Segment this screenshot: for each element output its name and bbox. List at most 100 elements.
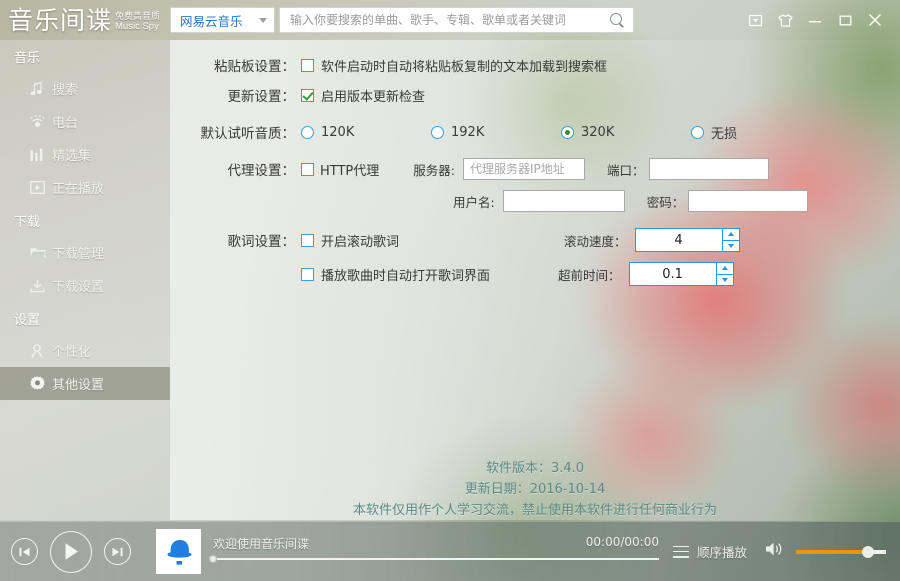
clipboard-checkbox-label[interactable]: 软件启动时自动将粘贴板复制的文本加载到搜索框: [321, 56, 607, 75]
search-input[interactable]: [290, 13, 609, 27]
quality-radio-192k-label[interactable]: 192K: [451, 125, 561, 140]
progress-slider[interactable]: [213, 558, 659, 560]
lyrics-scroll-checkbox[interactable]: [301, 234, 314, 247]
triangle-down-icon: [722, 278, 728, 282]
previous-track-button[interactable]: [11, 538, 38, 565]
radio-icon: [30, 115, 52, 129]
sidebar-item-label: 个性化: [52, 341, 91, 360]
triangle-up-icon: [722, 266, 728, 270]
proxy-credentials-row: 用户名: 密码：: [170, 190, 808, 212]
app-logo: 音乐间谍 免费高音质 Music Spy: [0, 8, 170, 33]
gear-icon: [30, 376, 52, 391]
lyrics-autoopen-checkbox-label[interactable]: 播放歌曲时自动打开歌词界面: [321, 265, 490, 284]
proxy-password-input[interactable]: [688, 190, 808, 212]
sidebar-item-label: 精选集: [52, 145, 91, 164]
sidebar-item-personalization[interactable]: 个性化: [0, 334, 170, 367]
quality-radio-120k-label[interactable]: 120K: [321, 125, 431, 140]
sidebar-item-other-settings[interactable]: 其他设置: [0, 367, 170, 400]
lyrics-lead-increment-button[interactable]: [716, 262, 734, 274]
sidebar-item-now-playing[interactable]: 正在播放: [0, 171, 170, 204]
music-source-dropdown[interactable]: 网易云音乐: [170, 7, 275, 33]
proxy-server-input[interactable]: [463, 158, 585, 180]
sidebar-item-label: 搜索: [52, 79, 78, 98]
lyrics-lead-stepper[interactable]: [629, 262, 734, 286]
sidebar-item-search[interactable]: 搜索: [0, 72, 170, 105]
volume-icon[interactable]: [765, 541, 784, 562]
proxy-setting-row: 代理设置： HTTP代理 服务器: 端口：: [170, 158, 769, 180]
title-bar: 音乐间谍 免费高音质 Music Spy 网易云音乐: [0, 0, 900, 40]
folder-icon: [30, 246, 52, 259]
proxy-username-input[interactable]: [503, 190, 625, 212]
sidebar-item-label: 下载管理: [52, 243, 104, 262]
sidebar-item-label: 正在播放: [52, 178, 104, 197]
album-cover[interactable]: [156, 529, 201, 574]
quality-radio-320k[interactable]: [561, 126, 574, 139]
skin-icon[interactable]: [770, 0, 800, 40]
clipboard-checkbox[interactable]: [301, 59, 314, 72]
lyrics-speed-stepper[interactable]: [635, 228, 740, 252]
quality-setting-row: 默认试听音质： 120K 192K 320K 无损: [170, 122, 737, 142]
track-title: 欢迎使用音乐间谍: [213, 535, 309, 552]
quality-radio-lossless[interactable]: [691, 126, 704, 139]
search-box[interactable]: [279, 7, 634, 33]
volume-slider[interactable]: [796, 550, 886, 554]
maximize-icon[interactable]: [830, 0, 860, 40]
sidebar-item-radio[interactable]: 电台: [0, 105, 170, 138]
disclaimer-text: 本软件仅用作个人学习交流，禁止使用本软件进行任何商业行为: [170, 500, 900, 521]
search-icon[interactable]: [609, 12, 625, 28]
proxy-server-label: 服务器:: [413, 160, 455, 179]
sidebar-group-settings: 设置: [0, 302, 170, 334]
sidebar: 音乐 搜索 电台 精选集 正在播放 下载 下载管理 下载设置: [0, 40, 170, 520]
proxy-port-input[interactable]: [649, 158, 769, 180]
app-logo-text: 音乐间谍: [8, 8, 112, 33]
proxy-setting-label: 代理设置：: [170, 159, 295, 179]
restore-down-icon[interactable]: [740, 0, 770, 40]
update-checkbox-label[interactable]: 启用版本更新检查: [321, 86, 425, 105]
app-logo-tagline-en: Music Spy: [115, 22, 160, 32]
triangle-down-icon: [728, 244, 734, 248]
quality-radio-320k-label[interactable]: 320K: [581, 125, 691, 140]
bars-icon: [30, 148, 52, 162]
close-icon[interactable]: [860, 0, 890, 40]
lyrics-setting-row: 歌词设置： 开启滚动歌词 滚动速度：: [170, 228, 740, 252]
play-button[interactable]: [50, 531, 92, 573]
lyrics-speed-input[interactable]: [635, 228, 722, 252]
about-block: 软件版本：3.4.0 更新日期：2016-10-14 本软件仅用作个人学习交流，…: [170, 458, 900, 521]
sidebar-item-label: 电台: [52, 112, 78, 131]
quality-radio-192k[interactable]: [431, 126, 444, 139]
sidebar-item-download-manager[interactable]: 下载管理: [0, 236, 170, 269]
sidebar-group-download: 下载: [0, 204, 170, 236]
lyrics-lead-decrement-button[interactable]: [716, 274, 734, 287]
user-icon: [30, 344, 52, 358]
proxy-http-checkbox[interactable]: [301, 163, 314, 176]
lyrics-speed-label: 滚动速度：: [564, 231, 627, 250]
track-info: 欢迎使用音乐间谍 00:00/00:00: [213, 531, 659, 573]
lyrics-lead-label: 超前时间：: [558, 265, 621, 284]
minimize-icon[interactable]: [800, 0, 830, 40]
volume-control: [765, 541, 886, 562]
next-track-button[interactable]: [104, 538, 131, 565]
proxy-port-label: 端口：: [607, 160, 645, 179]
update-checkbox[interactable]: [301, 89, 314, 102]
sidebar-item-collections[interactable]: 精选集: [0, 138, 170, 171]
volume-knob[interactable]: [862, 546, 874, 558]
sidebar-item-download-settings[interactable]: 下载设置: [0, 269, 170, 302]
app-logo-tagline: 免费高音质 Music Spy: [115, 12, 160, 32]
clipboard-setting-row: 粘贴板设置： 软件启动时自动将粘贴板复制的文本加载到搜索框: [170, 55, 607, 75]
lyrics-lead-input[interactable]: [629, 262, 716, 286]
quality-radio-lossless-label[interactable]: 无损: [711, 123, 737, 142]
lyrics-speed-decrement-button[interactable]: [722, 240, 740, 253]
proxy-username-label: 用户名:: [453, 192, 495, 211]
lyrics-scroll-checkbox-label[interactable]: 开启滚动歌词: [321, 231, 399, 250]
lyrics-autoopen-checkbox[interactable]: [301, 268, 314, 281]
lyrics-speed-increment-button[interactable]: [722, 228, 740, 240]
progress-knob[interactable]: [209, 555, 217, 563]
proxy-http-checkbox-label[interactable]: HTTP代理: [320, 160, 379, 179]
sidebar-item-label: 其他设置: [52, 374, 104, 393]
blue-hat-icon: [162, 535, 196, 569]
download-icon: [30, 279, 52, 293]
quality-radio-120k[interactable]: [301, 126, 314, 139]
sidebar-item-label: 下载设置: [52, 276, 104, 295]
play-mode-button[interactable]: 顺序播放: [673, 542, 747, 561]
software-version-text: 软件版本：3.4.0: [170, 458, 900, 479]
